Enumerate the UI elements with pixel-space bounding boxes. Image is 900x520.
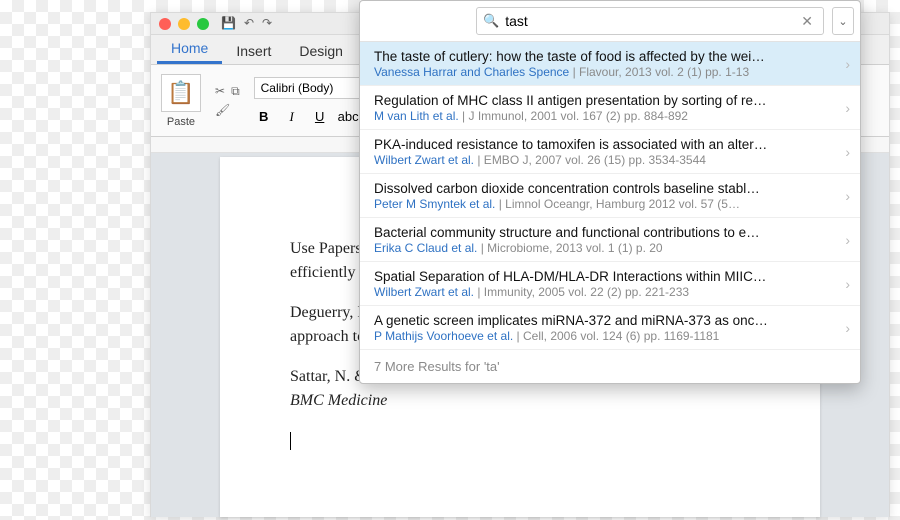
chevron-right-icon[interactable]: › bbox=[845, 144, 850, 160]
result-authors: Wilbert Zwart et al. bbox=[374, 285, 477, 299]
result-meta: Wilbert Zwart et al. | EMBO J, 2007 vol.… bbox=[374, 152, 828, 167]
result-authors: Erika C Claud et al. bbox=[374, 241, 481, 255]
font-selector[interactable]: Calibri (Body) bbox=[254, 77, 364, 99]
result-item[interactable]: The taste of cutlery: how the taste of f… bbox=[360, 42, 860, 86]
clipboard-mini: ✂ ⧉ 🖌 bbox=[215, 84, 240, 117]
save-icon[interactable]: 💾 bbox=[221, 16, 236, 30]
result-authors: M van Lith et al. bbox=[374, 109, 462, 123]
result-citation: | Cell, 2006 vol. 124 (6) pp. 1169-1181 bbox=[517, 329, 720, 343]
italic-button[interactable]: I bbox=[282, 109, 302, 125]
clear-icon[interactable]: ✕ bbox=[797, 13, 817, 30]
scissors-icon[interactable]: ✂ bbox=[215, 84, 225, 99]
more-results[interactable]: 7 More Results for 'ta' bbox=[360, 350, 860, 383]
result-item[interactable]: Regulation of MHC class II antigen prese… bbox=[360, 86, 860, 130]
search-field-wrap: 🔍 ✕ bbox=[476, 7, 824, 35]
result-citation: | J Immunol, 2001 vol. 167 (2) pp. 884-8… bbox=[462, 109, 688, 123]
chevron-right-icon[interactable]: › bbox=[845, 56, 850, 72]
minimize-icon[interactable] bbox=[178, 18, 190, 30]
zoom-icon[interactable] bbox=[197, 18, 209, 30]
result-item[interactable]: Bacterial community structure and functi… bbox=[360, 218, 860, 262]
chevron-right-icon[interactable]: › bbox=[845, 232, 850, 248]
result-item[interactable]: Spatial Separation of HLA-DM/HLA-DR Inte… bbox=[360, 262, 860, 306]
chevron-right-icon[interactable]: › bbox=[845, 188, 850, 204]
strikethrough-button[interactable]: abc bbox=[338, 109, 358, 125]
result-title: Bacterial community structure and functi… bbox=[374, 225, 828, 240]
chevron-right-icon[interactable]: › bbox=[845, 276, 850, 292]
result-authors: Peter M Smyntek et al. bbox=[374, 197, 499, 211]
result-citation: | Flavour, 2013 vol. 2 (1) pp. 1-13 bbox=[573, 65, 750, 79]
search-icon: 🔍 bbox=[483, 13, 499, 29]
result-title: Regulation of MHC class II antigen prese… bbox=[374, 93, 828, 108]
undo-icon[interactable]: ↶ bbox=[244, 16, 254, 30]
text-cursor-icon bbox=[290, 432, 291, 450]
result-item[interactable]: PKA-induced resistance to tamoxifen is a… bbox=[360, 130, 860, 174]
redo-icon[interactable]: ↷ bbox=[262, 16, 272, 30]
result-authors: Wilbert Zwart et al. bbox=[374, 153, 477, 167]
paste-button[interactable]: 📋 bbox=[161, 74, 201, 112]
result-meta: Wilbert Zwart et al. | Immunity, 2005 vo… bbox=[374, 284, 828, 299]
result-citation: | EMBO J, 2007 vol. 26 (15) pp. 3534-354… bbox=[477, 153, 706, 167]
chevron-right-icon[interactable]: › bbox=[845, 320, 850, 336]
result-citation: | Limnol Oceangr, Hamburg 2012 vol. 57 (… bbox=[499, 197, 740, 211]
citation-popover: 🔍 ✕ ⌄ The taste of cutlery: how the tast… bbox=[359, 0, 861, 384]
result-title: A genetic screen implicates miRNA-372 an… bbox=[374, 313, 828, 328]
result-title: Spatial Separation of HLA-DM/HLA-DR Inte… bbox=[374, 269, 828, 284]
results-list: The taste of cutlery: how the taste of f… bbox=[360, 42, 860, 350]
chevron-down-icon: ⌄ bbox=[838, 15, 847, 28]
quick-access-toolbar: 💾 ↶ ↷ bbox=[221, 16, 272, 30]
popover-header: 🔍 ✕ ⌄ bbox=[360, 1, 860, 42]
tab-design[interactable]: Design bbox=[285, 37, 357, 64]
chevron-right-icon[interactable]: › bbox=[845, 100, 850, 116]
paste-group: 📋 Paste bbox=[161, 74, 201, 128]
result-authors: Vanessa Harrar and Charles Spence bbox=[374, 65, 573, 79]
result-item[interactable]: Dissolved carbon dioxide concentration c… bbox=[360, 174, 860, 218]
result-meta: Erika C Claud et al. | Microbiome, 2013 … bbox=[374, 240, 828, 255]
result-title: The taste of cutlery: how the taste of f… bbox=[374, 49, 828, 64]
result-title: PKA-induced resistance to tamoxifen is a… bbox=[374, 137, 828, 152]
format-painter-icon[interactable]: 🖌 bbox=[215, 103, 230, 117]
result-meta: M van Lith et al. | J Immunol, 2001 vol.… bbox=[374, 108, 828, 123]
result-meta: Vanessa Harrar and Charles Spence | Flav… bbox=[374, 64, 828, 79]
font-group: Calibri (Body) B I U abc bbox=[254, 77, 364, 125]
paste-label: Paste bbox=[167, 116, 195, 128]
result-title: Dissolved carbon dioxide concentration c… bbox=[374, 181, 828, 196]
dropdown-toggle[interactable]: ⌄ bbox=[832, 7, 854, 35]
result-authors: P Mathijs Voorhoeve et al. bbox=[374, 329, 517, 343]
tab-insert[interactable]: Insert bbox=[222, 37, 285, 64]
underline-button[interactable]: U bbox=[310, 109, 330, 125]
result-citation: | Microbiome, 2013 vol. 1 (1) p. 20 bbox=[481, 241, 663, 255]
result-meta: P Mathijs Voorhoeve et al. | Cell, 2006 … bbox=[374, 328, 828, 343]
doc-text-italic: BMC Medicine bbox=[290, 392, 387, 409]
search-input[interactable] bbox=[505, 9, 797, 33]
close-icon[interactable] bbox=[159, 18, 171, 30]
tab-home[interactable]: Home bbox=[157, 34, 222, 64]
result-meta: Peter M Smyntek et al. | Limnol Oceangr,… bbox=[374, 196, 828, 211]
result-item[interactable]: A genetic screen implicates miRNA-372 an… bbox=[360, 306, 860, 350]
format-buttons: B I U abc bbox=[254, 109, 358, 125]
bold-button[interactable]: B bbox=[254, 109, 274, 125]
copy-icon[interactable]: ⧉ bbox=[231, 84, 240, 99]
result-citation: | Immunity, 2005 vol. 22 (2) pp. 221-233 bbox=[477, 285, 689, 299]
